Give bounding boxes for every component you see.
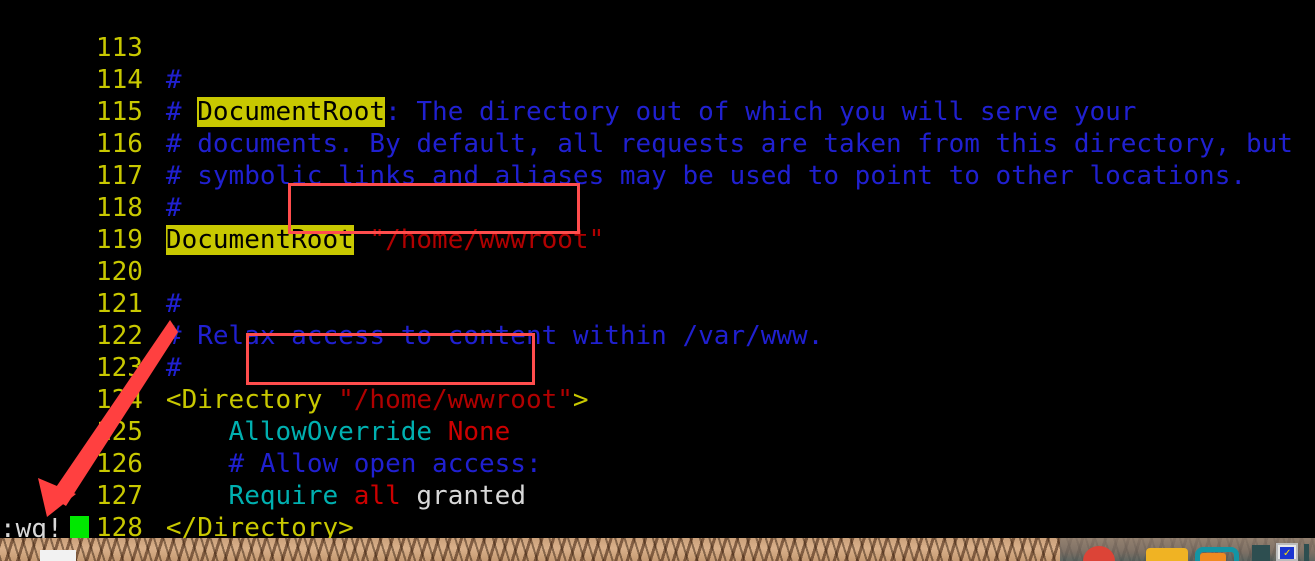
dark-panel-icon[interactable] bbox=[1252, 545, 1270, 561]
text-cursor bbox=[70, 516, 89, 538]
vim-command-line[interactable]: :wq! bbox=[0, 514, 63, 538]
code-line: 117 # symbolic links and aliases may be u… bbox=[0, 128, 1246, 191]
blue-checkbox-icon[interactable]: ✓ bbox=[1276, 543, 1298, 561]
directory-tag-end: </Directory> bbox=[165, 513, 354, 538]
documentroot-value: "/home/wwwroot" bbox=[369, 225, 605, 255]
code-line: 119 DocumentRoot "/home/wwwroot" bbox=[0, 192, 604, 255]
code-line: 120 bbox=[0, 224, 166, 287]
code-line: 125 AllowOverride None bbox=[0, 384, 510, 447]
vim-terminal[interactable]: 113 114 # 115 # DocumentRoot: The director… bbox=[0, 0, 1315, 538]
comment-token: Relax access to content within /var/www. bbox=[181, 321, 824, 351]
desktop-wallpaper-strip: ✓ bbox=[0, 538, 1315, 561]
code-line: 127 Require all granted bbox=[0, 448, 526, 511]
code-line: 118 # bbox=[0, 160, 182, 223]
amazon-icon[interactable] bbox=[1146, 548, 1188, 561]
directive-value: all bbox=[353, 481, 401, 511]
desktop-screen: 113 114 # 115 # DocumentRoot: The director… bbox=[0, 0, 1315, 561]
file-manager-icon[interactable] bbox=[40, 550, 76, 561]
side-bar-icon[interactable] bbox=[1304, 544, 1309, 561]
code-line: 123 # bbox=[0, 320, 182, 383]
code-line: 128 </Directory> bbox=[0, 480, 354, 538]
code-line: 113 bbox=[0, 0, 166, 63]
search-highlight: DocumentRoot bbox=[165, 225, 354, 255]
directory-tag-close: > bbox=[572, 385, 589, 415]
code-line: 124 <Directory "/home/wwwroot"> bbox=[0, 352, 589, 415]
code-line: 114 # bbox=[0, 32, 182, 95]
code-line: 126 # Allow open access: bbox=[0, 416, 542, 479]
teal-app-icon[interactable] bbox=[1195, 547, 1239, 561]
code-line: 116 # documents. By default, all requests… bbox=[0, 96, 1293, 159]
comment-token: symbolic links and aliases may be used t… bbox=[181, 161, 1247, 191]
line-number: 128 bbox=[95, 513, 143, 538]
check-icon: ✓ bbox=[1283, 548, 1292, 559]
code-line: 115 # DocumentRoot: The directory out of … bbox=[0, 64, 1136, 127]
directive-tail: granted bbox=[400, 481, 526, 511]
code-line: 121 # bbox=[0, 256, 182, 319]
code-line: 122 # Relax access to content within /var… bbox=[0, 288, 823, 351]
